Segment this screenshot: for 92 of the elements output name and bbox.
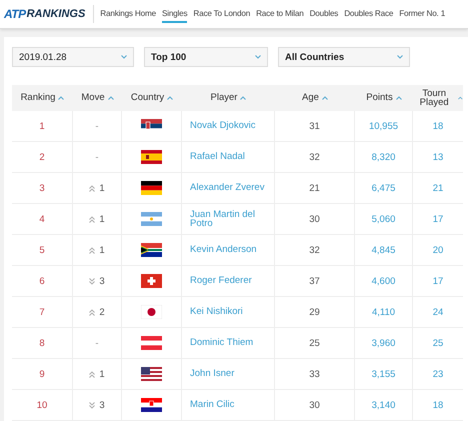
flag-icon: [141, 150, 162, 164]
ranking-cell: 1: [39, 120, 45, 132]
age-cell: 32: [309, 244, 320, 256]
played-cell: 18: [432, 120, 444, 132]
caret-icon: [121, 55, 127, 59]
played-cell: 17: [432, 276, 444, 286]
column-header[interactable]: Move: [81, 93, 105, 103]
points-cell: 3,960: [372, 338, 396, 348]
played-cell: 20: [432, 244, 444, 256]
double-up-icon: [89, 308, 96, 316]
ranking-cell: 8: [39, 338, 45, 348]
points-cell: 3,140: [372, 400, 396, 410]
sort-icon: [458, 96, 463, 100]
ranking-cell: 3: [39, 182, 45, 194]
played-cell: 21: [432, 182, 444, 194]
nav-tab[interactable]: Rankings Home: [100, 5, 156, 23]
move-value: 1: [99, 244, 105, 256]
logo[interactable]: ATP: [4, 7, 26, 21]
nav-tab[interactable]: Singles: [162, 5, 188, 23]
ranking-cell: 7: [39, 306, 45, 318]
age-cell: 25: [309, 338, 320, 348]
sort-icon: [167, 96, 174, 100]
played-cell: 23: [432, 368, 444, 380]
flag-icon: [141, 243, 162, 257]
points-cell: 6,475: [372, 182, 396, 194]
sort-icon: [396, 96, 402, 100]
nav-tab[interactable]: Race to Milan: [256, 5, 304, 23]
sort-icon: [322, 96, 328, 100]
age-cell: 30: [309, 400, 320, 410]
move-value: 3: [99, 276, 105, 286]
ranking-cell: 4: [39, 214, 45, 224]
sort-icon: [240, 96, 246, 100]
flag-icon: [141, 274, 162, 288]
caret-icon: [255, 55, 261, 59]
played-cell: 25: [432, 338, 444, 348]
double-up-icon: [89, 184, 96, 192]
nav-tab[interactable]: Former No. 1: [399, 5, 446, 23]
flag-icon: [141, 367, 162, 381]
flag-icon: [141, 398, 162, 412]
ranking-cell: 2: [39, 152, 45, 162]
double-down-icon: [89, 278, 96, 284]
flag-icon: [141, 336, 162, 350]
column-header[interactable]: Points: [366, 93, 393, 103]
points-cell: 8,320: [372, 152, 396, 162]
points-cell: 4,600: [372, 276, 396, 286]
ranking-cell: 9: [39, 368, 45, 380]
points-cell: 4,110: [372, 306, 396, 318]
brand-title: RANKINGS: [26, 8, 86, 20]
nav-tab[interactable]: Race To London: [193, 5, 250, 23]
move-value: 3: [99, 400, 105, 410]
double-up-icon: [89, 216, 96, 222]
age-cell: 31: [309, 120, 320, 132]
caret-icon: [397, 55, 403, 59]
move-value: 1: [99, 368, 105, 380]
move-value: 1: [99, 214, 105, 224]
played-cell: 18: [432, 400, 444, 410]
sort-icon: [58, 96, 64, 100]
move-value: -: [95, 338, 99, 348]
points-cell: 3,155: [372, 368, 396, 380]
move-value: -: [95, 152, 99, 162]
ranking-cell: 6: [39, 276, 45, 286]
points-cell: 5,060: [372, 214, 396, 224]
move-value: -: [95, 120, 99, 132]
nav-tab[interactable]: Doubles Race: [344, 5, 394, 23]
filter-dropdown[interactable]: All Countries: [278, 47, 410, 67]
flag-icon: [141, 212, 162, 226]
played-cell: 13: [432, 152, 444, 162]
double-up-icon: [89, 370, 96, 378]
double-up-icon: [89, 246, 96, 254]
age-cell: 21: [309, 182, 320, 194]
move-value: 1: [99, 182, 105, 194]
points-cell: 10,955: [368, 120, 398, 132]
column-header[interactable]: Player: [210, 93, 238, 103]
sort-icon: [108, 96, 114, 100]
flag-icon: [141, 305, 162, 319]
points-cell: 4,845: [372, 244, 396, 256]
flag-icon: [141, 181, 162, 195]
age-cell: 30: [309, 214, 320, 224]
age-cell: 29: [309, 306, 320, 318]
column-header[interactable]: Age: [302, 93, 319, 103]
played-cell: 24: [432, 306, 444, 318]
ranking-cell: 5: [39, 244, 45, 256]
age-cell: 37: [309, 276, 320, 286]
double-down-icon: [89, 402, 96, 408]
nav-tab[interactable]: Doubles: [310, 5, 338, 23]
ranking-cell: 10: [36, 400, 48, 410]
filter-dropdown[interactable]: 2019.01.28: [12, 47, 134, 67]
move-value: 2: [99, 306, 105, 318]
age-cell: 33: [309, 368, 320, 380]
filter-dropdown[interactable]: Top 100: [144, 47, 268, 67]
played-cell: 17: [432, 214, 444, 224]
age-cell: 32: [309, 152, 320, 162]
